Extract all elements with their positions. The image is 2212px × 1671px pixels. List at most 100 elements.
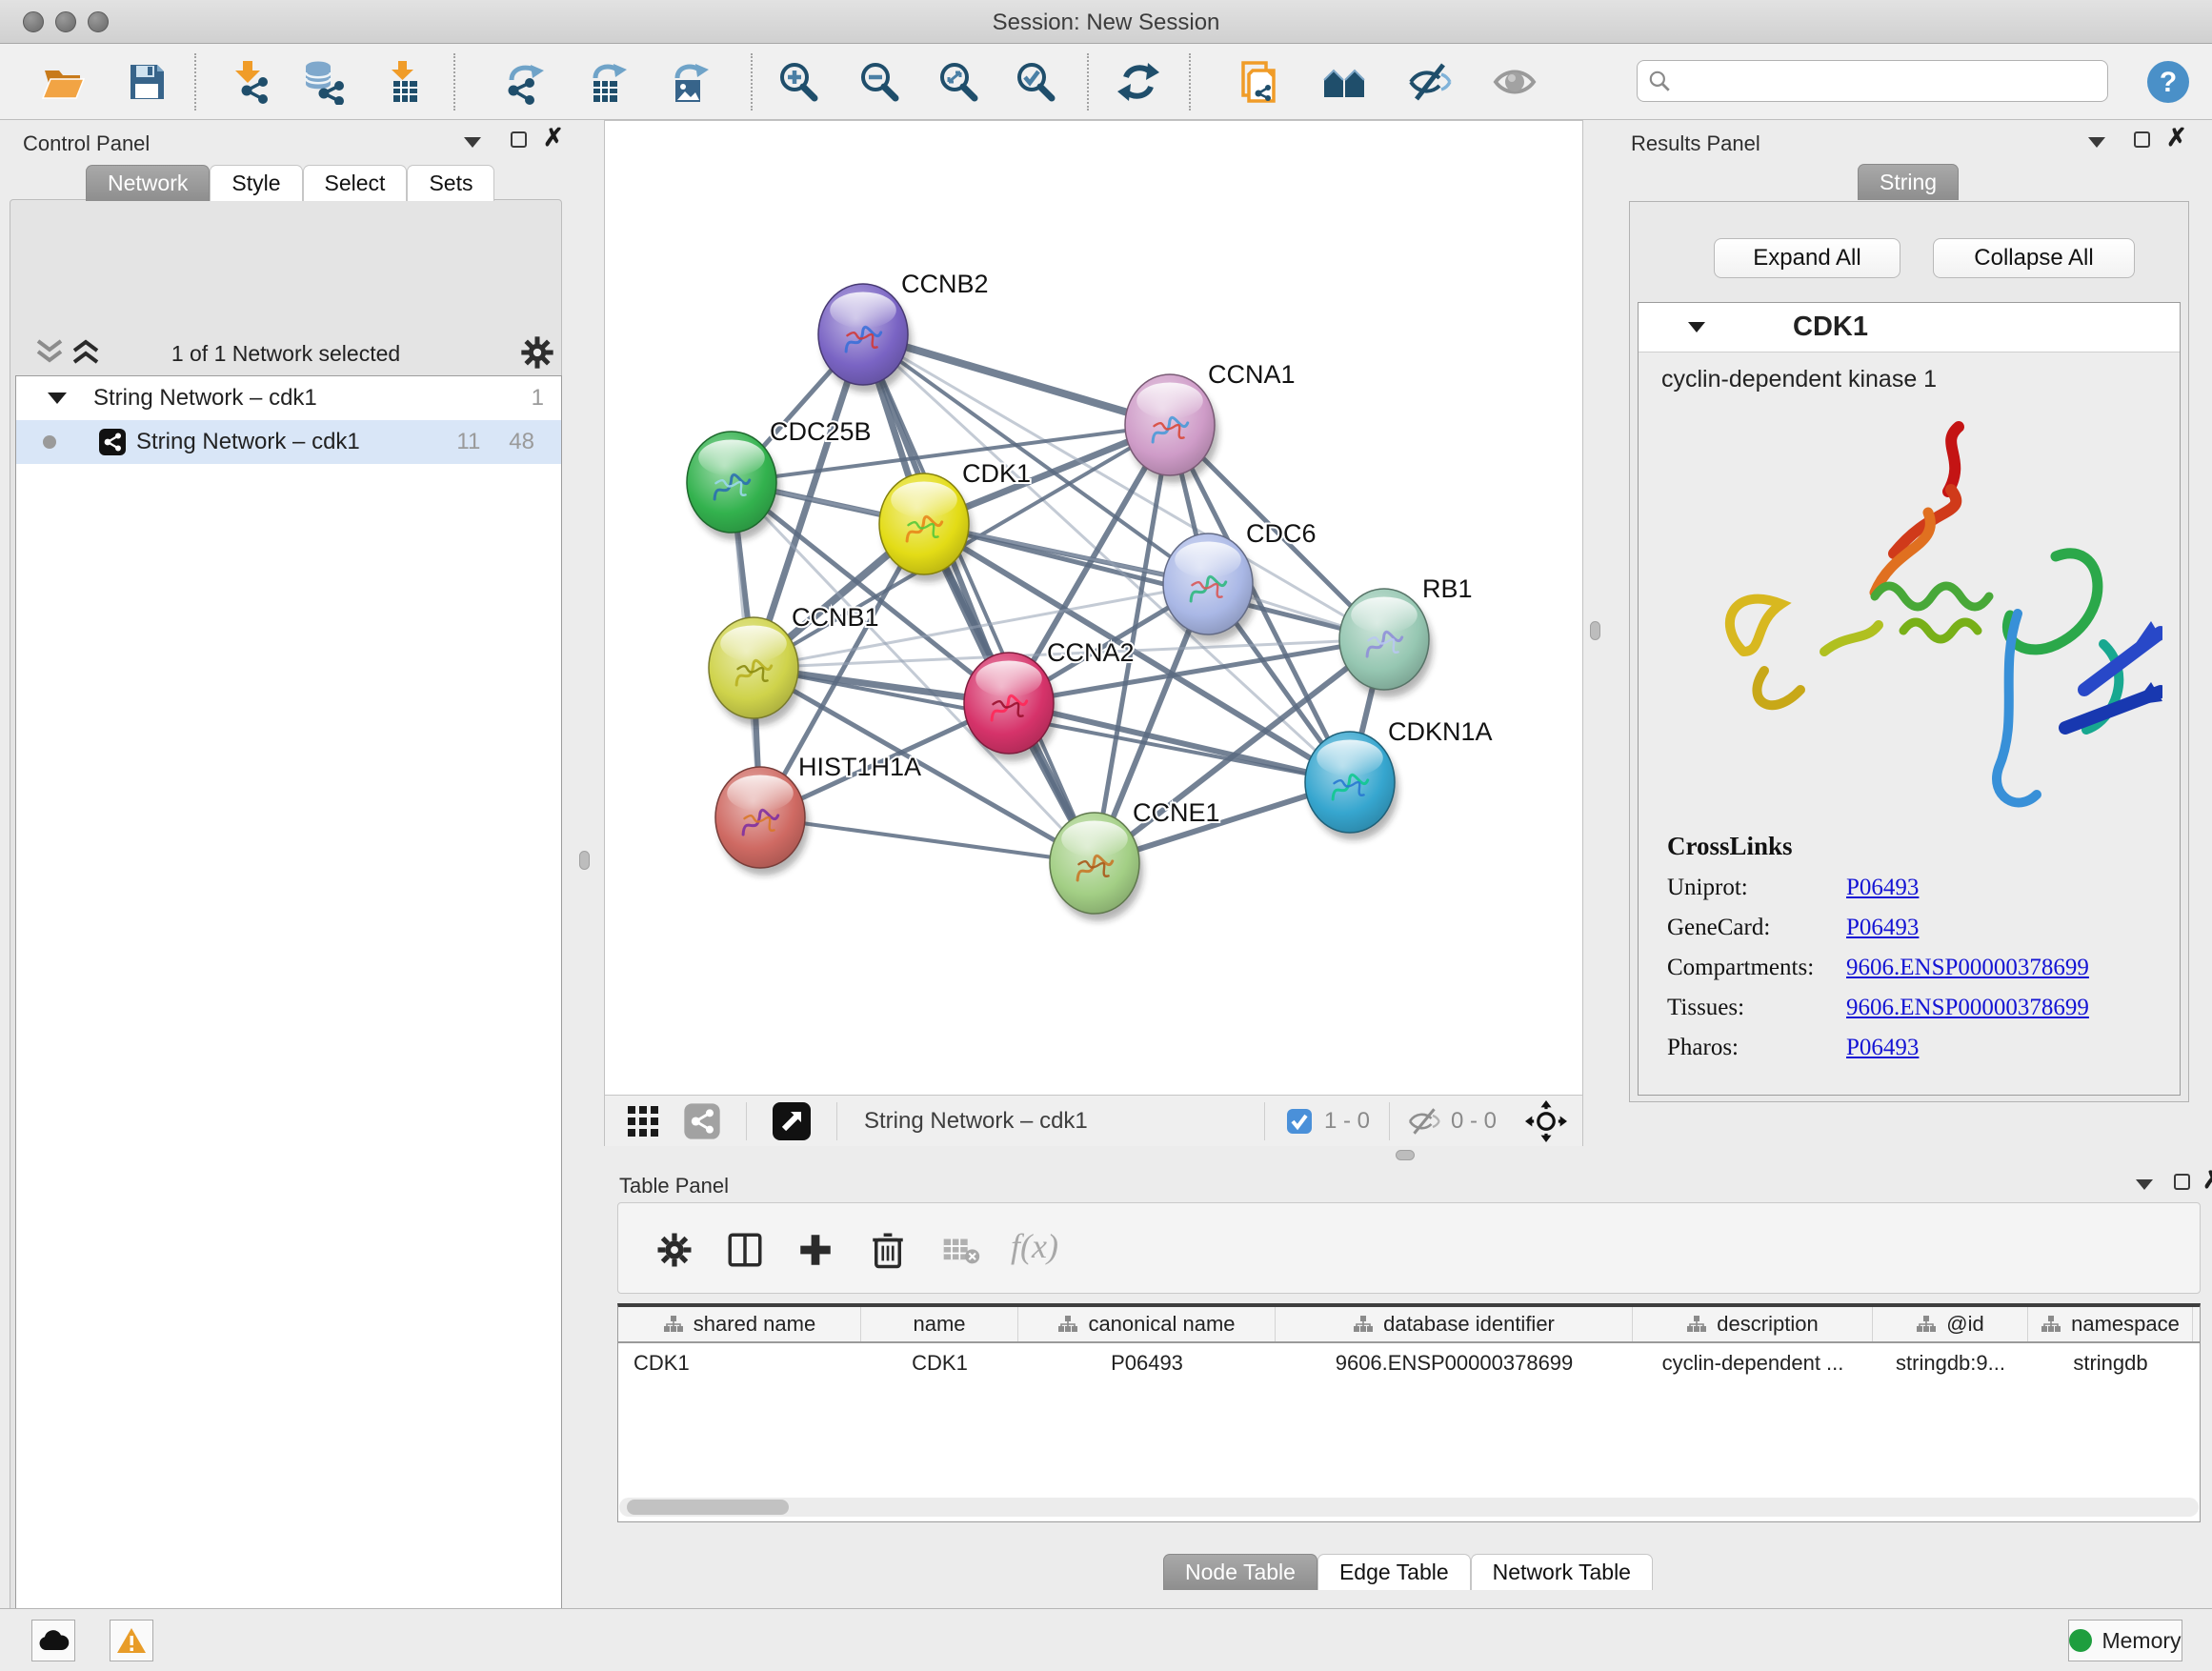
tab-style[interactable]: Style xyxy=(210,165,302,201)
column-header-@id[interactable]: @id xyxy=(1873,1307,2028,1341)
node-gloss xyxy=(1061,820,1128,856)
crosslink-row: Tissues:9606.ENSP00000378699 xyxy=(1667,995,2162,1021)
network-options-gear-icon[interactable] xyxy=(518,333,556,372)
expand-all-button[interactable]: Expand All xyxy=(1714,238,1900,278)
right-splitter-handle[interactable] xyxy=(1590,621,1600,640)
column-header-shared-name[interactable]: shared name xyxy=(618,1307,861,1341)
network-node-RB1[interactable] xyxy=(1339,589,1433,697)
table-panel-close-icon[interactable]: ✗ xyxy=(2202,1170,2212,1189)
network-share-icon[interactable] xyxy=(683,1102,721,1140)
show-all-icon[interactable] xyxy=(1492,59,1538,105)
table-horizontal-scrollbar[interactable] xyxy=(619,1498,2199,1517)
network-row[interactable]: String Network – cdk1 11 48 xyxy=(16,420,561,464)
column-header-namespace[interactable]: namespace xyxy=(2028,1307,2193,1341)
network-canvas[interactable]: CCNB2CCNA1CDC25BCDK1CDC6RB1CCNB1CCNA2CDK… xyxy=(605,121,1582,1095)
tab-edge-table[interactable]: Edge Table xyxy=(1317,1554,1471,1590)
cloud-button[interactable] xyxy=(31,1620,75,1661)
results-panel-close-icon[interactable]: ✗ xyxy=(2166,128,2187,147)
export-image-icon[interactable] xyxy=(666,59,712,105)
results-panel-float-icon[interactable] xyxy=(2134,131,2150,148)
left-splitter-handle[interactable] xyxy=(579,851,590,870)
network-node-CDC25B[interactable] xyxy=(687,432,780,540)
crosslink-link[interactable]: 9606.ENSP00000378699 xyxy=(1846,995,2089,1021)
show-columns-icon[interactable] xyxy=(725,1230,765,1270)
crosslink-link[interactable]: P06493 xyxy=(1846,1035,1919,1061)
grid-view-icon[interactable] xyxy=(626,1104,660,1138)
add-column-icon[interactable] xyxy=(795,1230,835,1270)
collapse-all-button[interactable]: Collapse All xyxy=(1933,238,2135,278)
network-edge-CCNB2-CCNE1[interactable] xyxy=(863,334,1095,863)
string-app-icon xyxy=(98,428,127,456)
control-panel-close-icon[interactable]: ✗ xyxy=(543,128,564,147)
birds-eye-view-icon[interactable] xyxy=(772,1101,812,1141)
network-node-CDKN1A[interactable] xyxy=(1305,732,1398,840)
save-icon[interactable] xyxy=(124,59,170,105)
separator xyxy=(746,1102,747,1140)
node-label-CCNA2: CCNA2 xyxy=(1047,638,1135,667)
collection-expand-caret[interactable] xyxy=(48,393,67,404)
network-node-CDK1[interactable] xyxy=(879,473,973,582)
selected-checkbox-icon[interactable] xyxy=(1286,1108,1313,1135)
refresh-layout-icon[interactable] xyxy=(1116,59,1161,105)
warning-button[interactable] xyxy=(110,1620,153,1661)
results-panel-collapse-icon[interactable] xyxy=(2088,137,2105,148)
network-node-CCNE1[interactable] xyxy=(1050,813,1143,921)
table-row[interactable]: CDK1CDK1P064939606.ENSP00000378699cyclin… xyxy=(618,1343,2200,1383)
tab-string[interactable]: String xyxy=(1858,164,1959,200)
fit-content-crosshair-icon[interactable] xyxy=(1525,1100,1567,1142)
network-node-CDC6[interactable] xyxy=(1163,534,1257,642)
gene-collapse-caret[interactable] xyxy=(1688,322,1705,332)
network-node-CCNB2[interactable] xyxy=(818,284,912,393)
share-document-icon[interactable] xyxy=(1239,59,1285,105)
control-panel-collapse-icon[interactable] xyxy=(464,137,481,148)
gene-header-row[interactable]: CDK1 xyxy=(1639,303,2180,352)
export-table-icon[interactable] xyxy=(584,59,630,105)
table-panel-float-icon[interactable] xyxy=(2174,1174,2190,1190)
toolbar-separator xyxy=(453,53,455,111)
zoom-in-icon[interactable] xyxy=(775,59,821,105)
network-node-count: 11 xyxy=(456,429,480,455)
network-node-CCNA1[interactable] xyxy=(1125,374,1218,483)
network-collection-row[interactable]: String Network – cdk1 1 xyxy=(16,376,561,420)
memory-button[interactable]: Memory xyxy=(2068,1620,2182,1661)
column-header-canonical-name[interactable]: canonical name xyxy=(1018,1307,1276,1341)
table-options-gear-icon[interactable] xyxy=(654,1230,694,1270)
bottom-splitter-handle[interactable] xyxy=(1396,1150,1415,1160)
crosslink-link[interactable]: 9606.ENSP00000378699 xyxy=(1846,955,2089,981)
delete-column-trash-icon[interactable] xyxy=(868,1230,908,1270)
tab-sets[interactable]: Sets xyxy=(407,165,494,201)
network-node-CCNB1[interactable] xyxy=(709,617,802,726)
collapse-all-networks-icon[interactable] xyxy=(32,337,67,370)
control-panel-float-icon[interactable] xyxy=(511,131,527,148)
search-input[interactable] xyxy=(1672,69,2081,93)
crosslink-link[interactable]: P06493 xyxy=(1846,915,1919,941)
network-node-HIST1H1A[interactable] xyxy=(715,767,809,876)
open-folder-icon[interactable] xyxy=(40,59,86,105)
export-network-icon[interactable] xyxy=(502,59,548,105)
column-header-name[interactable]: name xyxy=(861,1307,1018,1341)
home-networks-icon[interactable] xyxy=(1322,59,1368,105)
expand-all-networks-icon[interactable] xyxy=(69,337,103,370)
tab-select[interactable]: Select xyxy=(303,165,408,201)
zoom-out-icon[interactable] xyxy=(856,59,902,105)
column-header-description[interactable]: description xyxy=(1633,1307,1873,1341)
zoom-selected-icon[interactable] xyxy=(1013,59,1058,105)
hide-selected-icon[interactable] xyxy=(1407,59,1453,105)
search-box[interactable] xyxy=(1637,60,2108,102)
help-icon[interactable]: ? xyxy=(2145,59,2191,105)
column-header-database-identifier[interactable]: database identifier xyxy=(1276,1307,1633,1341)
tab-network-table[interactable]: Network Table xyxy=(1471,1554,1653,1590)
tab-network[interactable]: Network xyxy=(86,165,210,201)
import-network-icon[interactable] xyxy=(227,59,272,105)
network-edge-HIST1H1A-CCNE1[interactable] xyxy=(760,817,1095,863)
tab-node-table[interactable]: Node Table xyxy=(1163,1554,1317,1590)
zoom-fit-icon[interactable] xyxy=(935,59,981,105)
memory-label: Memory xyxy=(2101,1628,2181,1654)
import-table-icon[interactable] xyxy=(381,59,427,105)
network-edge-CCNA2-CDKN1A[interactable] xyxy=(1009,703,1350,782)
import-database-icon[interactable] xyxy=(299,59,345,105)
crosslink-link[interactable]: P06493 xyxy=(1846,875,1919,901)
table-panel-collapse-icon[interactable] xyxy=(2136,1179,2153,1190)
network-node-CCNA2[interactable] xyxy=(964,653,1057,761)
scrollbar-thumb[interactable] xyxy=(627,1500,789,1515)
